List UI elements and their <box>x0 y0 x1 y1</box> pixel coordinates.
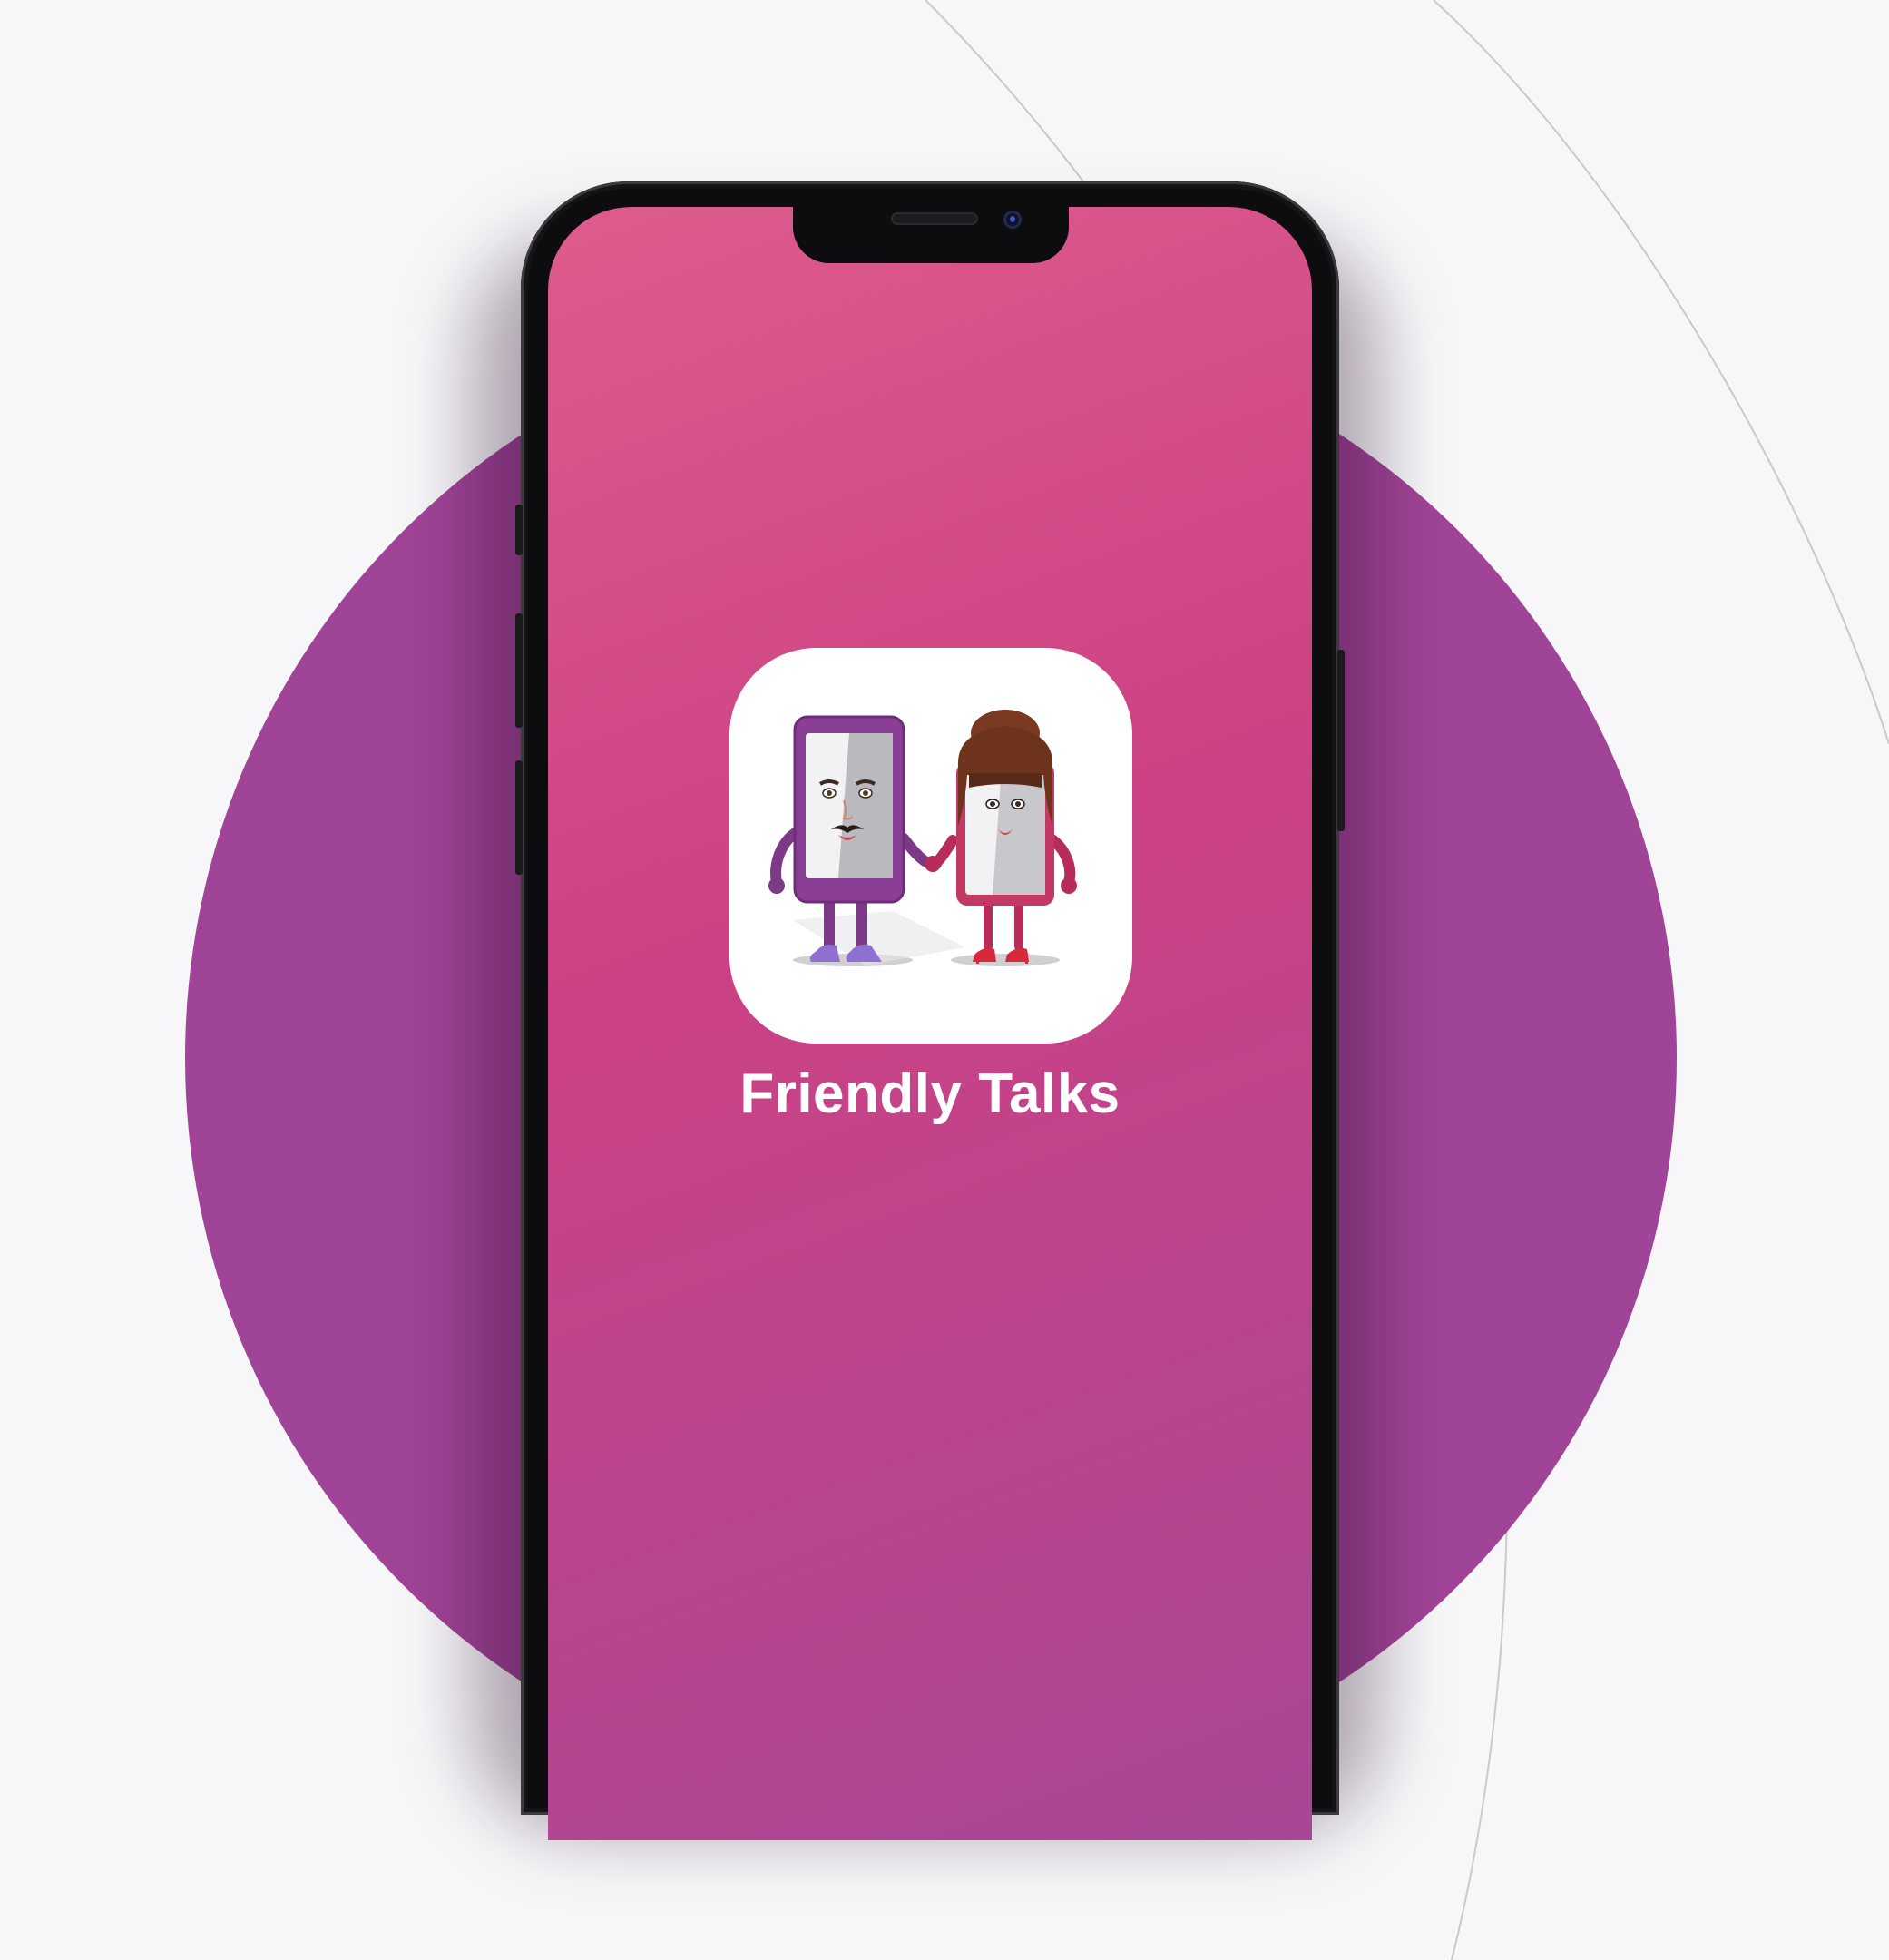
phone-power-button <box>1337 650 1345 831</box>
phone-volume-down-button <box>515 760 523 875</box>
female-phone-character <box>925 710 1077 964</box>
phone-screen: Friendly Talks <box>548 207 1312 1840</box>
phone-silent-switch <box>515 505 523 555</box>
speaker-icon <box>891 212 978 225</box>
ground-shadow-right <box>951 954 1060 966</box>
phone-volume-up-button <box>515 613 523 728</box>
app-title: Friendly Talks <box>739 1063 1121 1125</box>
app-icon[interactable] <box>729 648 1132 1044</box>
camera-icon <box>1003 211 1022 229</box>
app-logo-illustration <box>768 710 1077 966</box>
phone-notch <box>793 207 1069 263</box>
phone-mockup: Friendly Talks <box>515 181 1345 1840</box>
